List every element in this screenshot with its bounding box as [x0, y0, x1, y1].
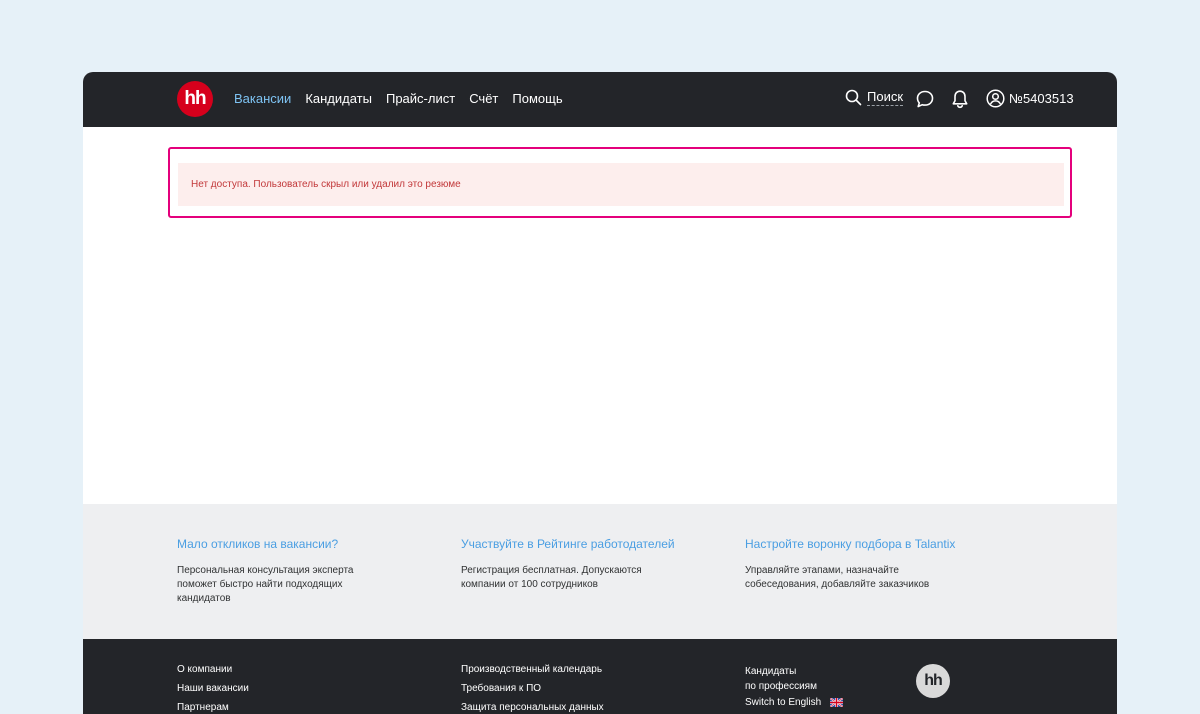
hh-logo[interactable]: hh: [177, 81, 213, 117]
footer-link-data-protection[interactable]: Защита персональных данных: [461, 702, 604, 713]
footer-link-line: Кандидаты: [745, 666, 797, 677]
account-menu[interactable]: №5403513: [986, 89, 1074, 108]
footer-hh-logo[interactable]: hh: [916, 664, 950, 698]
promo-text: Персональная консультация эксперта помож…: [177, 565, 354, 604]
browser-window: hh Вакансии Кандидаты Прайс-лист Счёт По…: [83, 72, 1117, 714]
nav-vacancies[interactable]: Вакансии: [234, 91, 291, 106]
footer-link-line: по профессиям: [745, 681, 817, 692]
promo-section: Мало откликов на вакансии? Персональная …: [83, 504, 1117, 639]
switch-language-link[interactable]: Switch to English: [745, 697, 843, 708]
footer-link-candidates-by-profession[interactable]: Кандидаты по профессиям: [745, 664, 843, 694]
user-avatar-icon: [986, 89, 1005, 108]
footer-link-calendar[interactable]: Производственный календарь: [461, 664, 604, 675]
search-button[interactable]: Поиск: [845, 89, 904, 106]
bell-icon: [952, 90, 968, 109]
uk-flag-icon: [829, 697, 843, 707]
footer-link-about[interactable]: О компании: [177, 664, 249, 675]
access-denied-alert: Нет доступа. Пользователь скрыл или удал…: [178, 163, 1064, 206]
notifications-button[interactable]: [951, 89, 969, 114]
main-nav: Вакансии Кандидаты Прайс-лист Счёт Помощ…: [234, 91, 577, 106]
promo-text: Регистрация бесплатная. Допускаются комп…: [461, 565, 642, 590]
account-id: №5403513: [1009, 91, 1074, 106]
footer-link-software-requirements[interactable]: Требования к ПО: [461, 683, 604, 694]
nav-price-list[interactable]: Прайс-лист: [386, 91, 455, 106]
promo-title-link[interactable]: Участвуйте в Рейтинге работодателей: [461, 537, 691, 551]
promo-title-link[interactable]: Настройте воронку подбора в Talantix: [745, 537, 975, 551]
top-navigation-bar: hh Вакансии Кандидаты Прайс-лист Счёт По…: [83, 72, 1117, 127]
footer-column: Производственный календарь Требования к …: [461, 664, 604, 714]
nav-account-bill[interactable]: Счёт: [469, 91, 498, 106]
footer-column: Кандидаты по профессиям Switch to Englis…: [745, 664, 843, 714]
search-label: Поиск: [867, 89, 904, 106]
nav-help[interactable]: Помощь: [512, 91, 562, 106]
alert-message: Нет доступа. Пользователь скрыл или удал…: [191, 179, 461, 190]
nav-candidates[interactable]: Кандидаты: [305, 91, 372, 106]
footer-link-partners[interactable]: Партнерам: [177, 702, 249, 713]
search-icon: [845, 89, 862, 106]
switch-language-label: Switch to English: [745, 697, 822, 708]
footer: О компании Наши вакансии Партнерам Произ…: [83, 639, 1117, 714]
chat-bubble-icon: [916, 90, 934, 108]
footer-column: О компании Наши вакансии Партнерам: [177, 664, 249, 714]
promo-title-link[interactable]: Мало откликов на вакансии?: [177, 537, 407, 551]
promo-item: Участвуйте в Рейтинге работодателей Реги…: [461, 537, 691, 592]
promo-text: Управляйте этапами, назначайте собеседов…: [745, 565, 930, 590]
footer-link-vacancies[interactable]: Наши вакансии: [177, 683, 249, 694]
promo-item: Настройте воронку подбора в Talantix Упр…: [745, 537, 975, 592]
chat-button[interactable]: [915, 89, 935, 114]
promo-item: Мало откликов на вакансии? Персональная …: [177, 537, 407, 606]
